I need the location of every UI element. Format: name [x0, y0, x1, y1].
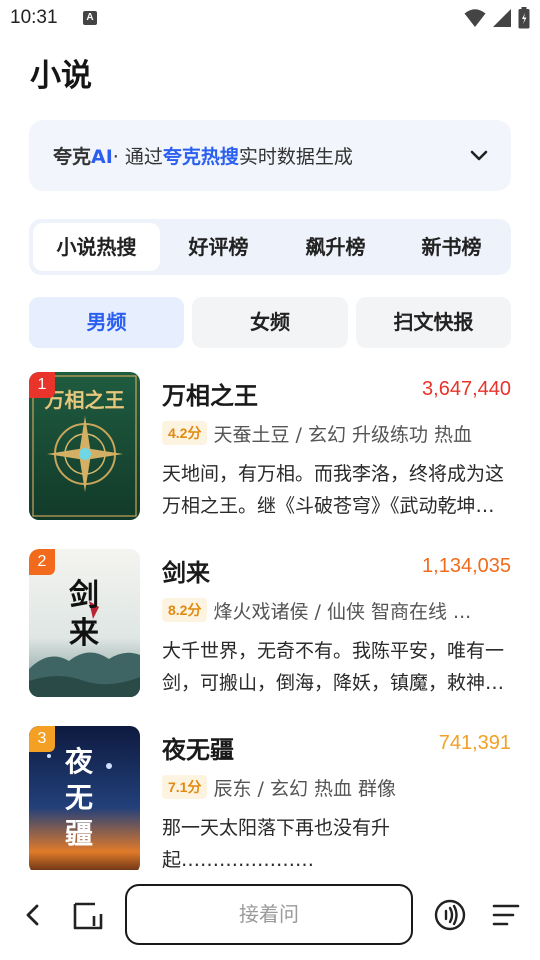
ai-brand-ai: AI: [91, 146, 113, 168]
score-badge: 8.2分: [162, 598, 208, 622]
book-cover[interactable]: 万相之王 1: [29, 372, 140, 520]
book-description: 大千世界，无奇不有。我陈平安，唯有一剑，可搬山，倒海，降妖，镇魔，敕神，摘星，断…: [162, 640, 505, 694]
rank-badge: 2: [29, 549, 55, 575]
hot-count: 1,134,035: [422, 555, 511, 577]
book-author-genre: 烽火戏诸侯 / 仙侠 智商在线 ...: [213, 601, 472, 623]
book-title[interactable]: 剑来: [162, 553, 210, 588]
tab-rising[interactable]: 飙升榜: [277, 223, 394, 271]
book-item[interactable]: 夜无疆 3 夜无疆 741,391 7.1分 辰东 / 玄幻 热血 群像 那一天太…: [29, 726, 511, 876]
subtab-quick-report[interactable]: 扫文快报: [356, 297, 511, 348]
back-icon[interactable]: [16, 898, 50, 932]
hot-search-link[interactable]: 夸克热搜: [163, 146, 239, 168]
signal-icon: [493, 9, 511, 27]
book-meta: 7.1分 辰东 / 玄幻 热血 群像: [162, 774, 511, 802]
score-badge: 4.2分: [162, 421, 208, 445]
book-title[interactable]: 万相之王: [162, 376, 258, 411]
book-author-genre: 辰东 / 玄幻 热血 群像: [213, 778, 397, 800]
book-description: 那一天太阳落下再也没有升起…………………: [162, 817, 391, 871]
status-icons: [464, 7, 530, 29]
tabs-icon[interactable]: [71, 898, 105, 932]
book-cover[interactable]: 夜无疆 3: [29, 726, 140, 874]
subtab-male[interactable]: 男频: [29, 297, 184, 348]
notification-icon: A: [83, 11, 97, 25]
voice-icon[interactable]: [433, 898, 467, 932]
book-item[interactable]: 万相之王 1 万相之王 3,647,440 4.2分 天蚕土豆 / 玄幻 升级练功…: [29, 372, 511, 522]
status-bar: 10:31 A: [0, 0, 540, 38]
rank-badge: 1: [29, 372, 55, 398]
tab-top-rated[interactable]: 好评榜: [160, 223, 277, 271]
book-title[interactable]: 夜无疆: [162, 730, 234, 765]
ai-prefix: · 通过: [112, 146, 163, 168]
rank-badge: 3: [29, 726, 55, 752]
status-time: 10:31: [10, 7, 58, 28]
book-description: 天地间，有万相。而我李洛，终将成为这万相之王。继《斗破苍穹》《武动乾坤》《大主宰…: [162, 463, 505, 517]
hot-count: 3,647,440: [422, 378, 511, 400]
page-title: 小说: [30, 58, 92, 94]
ask-followup-input[interactable]: 接着问: [125, 884, 413, 945]
ai-source-text: 夸克AI· 通过夸克热搜实时数据生成: [53, 142, 353, 169]
tab-new-books[interactable]: 新书榜: [394, 223, 509, 271]
ai-brand: 夸克: [53, 146, 92, 168]
book-item[interactable]: 剑来 2 剑来 1,134,035 8.2分 烽火戏诸侯 / 仙侠 智商在线 ..…: [29, 549, 511, 699]
book-cover[interactable]: 剑来 2: [29, 549, 140, 697]
book-cover-title: 夜无疆: [65, 745, 94, 850]
tab-novel-hot[interactable]: 小说热搜: [33, 223, 160, 271]
ranking-tabs: 小说热搜 好评榜 飙升榜 新书榜: [29, 219, 511, 275]
ai-source-banner[interactable]: 夸克AI· 通过夸克热搜实时数据生成: [29, 120, 511, 191]
book-meta: 8.2分 烽火戏诸侯 / 仙侠 智商在线 ...: [162, 597, 511, 625]
book-cover-title: 剑来: [69, 578, 99, 651]
chevron-down-icon[interactable]: [469, 146, 489, 166]
book-author-genre: 天蚕土豆 / 玄幻 升级练功 热血: [213, 424, 473, 446]
score-badge: 7.1分: [162, 775, 208, 799]
book-meta: 4.2分 天蚕土豆 / 玄幻 升级练功 热血: [162, 420, 511, 448]
subtab-female[interactable]: 女频: [192, 297, 348, 348]
hot-count: 741,391: [438, 732, 511, 754]
ai-suffix: 实时数据生成: [238, 146, 353, 168]
bottom-toolbar: 接着问: [0, 870, 540, 960]
menu-icon[interactable]: [489, 898, 523, 932]
wifi-icon: [464, 9, 486, 27]
battery-icon: [518, 7, 530, 29]
